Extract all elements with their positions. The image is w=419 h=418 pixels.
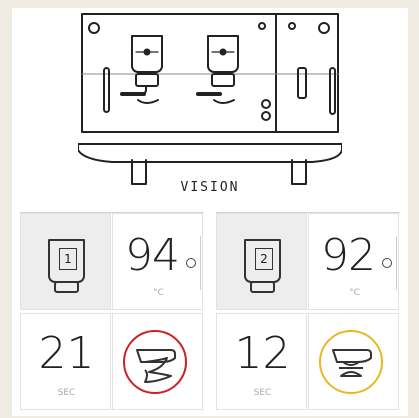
shot-time-cell: 21 SEC bbox=[20, 313, 111, 410]
status-cell[interactable] bbox=[308, 313, 399, 410]
group-select-button-2[interactable]: 2 bbox=[216, 213, 307, 310]
group-panel-2: 2 92 °C 12 SEC bbox=[216, 212, 400, 417]
divider bbox=[200, 236, 201, 290]
portafilter-icon bbox=[332, 349, 372, 377]
shot-time-unit: SEC bbox=[253, 388, 272, 398]
group-number: 1 bbox=[59, 248, 77, 270]
shot-time-value: 12 bbox=[234, 328, 291, 379]
group-panel-1: 1 94 °C 21 SEC bbox=[20, 212, 204, 417]
group-select-button-1[interactable]: 1 bbox=[20, 213, 111, 310]
shot-time-cell: 12 SEC bbox=[216, 313, 307, 410]
machine-name: VISION bbox=[180, 180, 240, 195]
group-number: 2 bbox=[255, 248, 273, 270]
temperature-value: 92 bbox=[321, 230, 376, 281]
dashboard-frame: VISION 1 94 °C 21 SEC 2 92 °C 12 SEC bbox=[12, 8, 408, 416]
degree-icon bbox=[382, 258, 392, 268]
shot-time-unit: SEC bbox=[57, 388, 76, 398]
temperature-unit: °C bbox=[153, 288, 164, 298]
divider bbox=[396, 236, 397, 290]
temperature-cell: 94 °C bbox=[112, 213, 203, 310]
temperature-unit: °C bbox=[349, 288, 360, 298]
status-cell[interactable] bbox=[112, 313, 203, 410]
degree-icon bbox=[186, 258, 196, 268]
shot-time-value: 21 bbox=[38, 328, 95, 379]
espresso-machine-icon bbox=[78, 13, 342, 185]
temperature-value: 94 bbox=[125, 230, 180, 281]
temperature-cell: 92 °C bbox=[308, 213, 399, 310]
portafilter-icon bbox=[136, 349, 176, 383]
